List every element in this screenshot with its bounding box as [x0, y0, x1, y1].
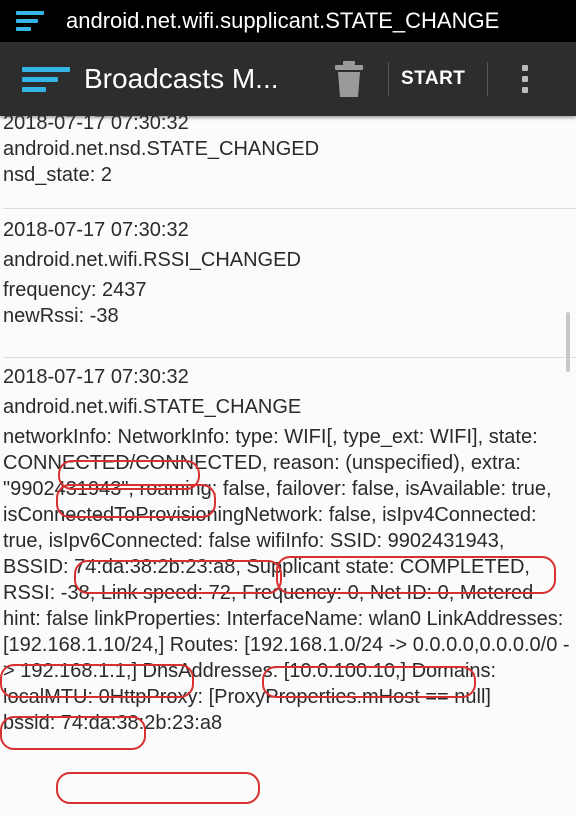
start-button[interactable]: START	[401, 68, 465, 90]
divider	[3, 208, 576, 209]
list-item[interactable]: 2018-07-17 07:30:32 android.net.wifi.RSS…	[0, 217, 576, 358]
bssid-line: bssid: 74:da:38:2b:23:a8	[3, 712, 223, 734]
timestamp: 2018-07-17 07:30:32	[3, 366, 189, 388]
action-separator	[388, 62, 389, 96]
app-title: Broadcasts M...	[84, 63, 279, 94]
extra-line: newRssi: -38	[3, 305, 119, 327]
menu-icon	[16, 7, 44, 35]
broadcast-list[interactable]: 2018-07-17 07:30:32 android.net.nsd.STAT…	[0, 116, 576, 815]
extra-line: frequency: 2437	[3, 279, 147, 301]
action-separator	[487, 62, 489, 96]
scrollbar[interactable]	[566, 312, 570, 372]
notification-title: android.net.wifi.supplicant.STATE_CHANGE	[66, 8, 500, 33]
trash-icon[interactable]	[334, 60, 364, 98]
list-item[interactable]: 2018-07-17 07:30:32 android.net.nsd.STAT…	[0, 116, 576, 209]
action-bar: Broadcasts M... START	[0, 42, 576, 116]
extra-line: nsd_state: 2	[3, 164, 112, 186]
action-name: android.net.nsd.STATE_CHANGED	[3, 138, 320, 160]
drawer-menu-icon[interactable]	[22, 62, 70, 97]
timestamp: 2018-07-17 07:30:32	[3, 116, 189, 134]
overflow-menu-icon[interactable]	[522, 65, 529, 93]
action-name: android.net.wifi.STATE_CHANGE	[3, 396, 302, 418]
divider	[3, 357, 576, 358]
action-name: android.net.wifi.RSSI_CHANGED	[3, 249, 301, 271]
list-item[interactable]: 2018-07-17 07:30:32 android.net.wifi.STA…	[0, 364, 576, 736]
network-info-text: networkInfo: NetworkInfo: type: WIFI[, t…	[3, 426, 570, 708]
notification-bar: android.net.wifi.supplicant.STATE_CHANGE	[0, 0, 576, 42]
timestamp: 2018-07-17 07:30:32	[3, 219, 189, 241]
